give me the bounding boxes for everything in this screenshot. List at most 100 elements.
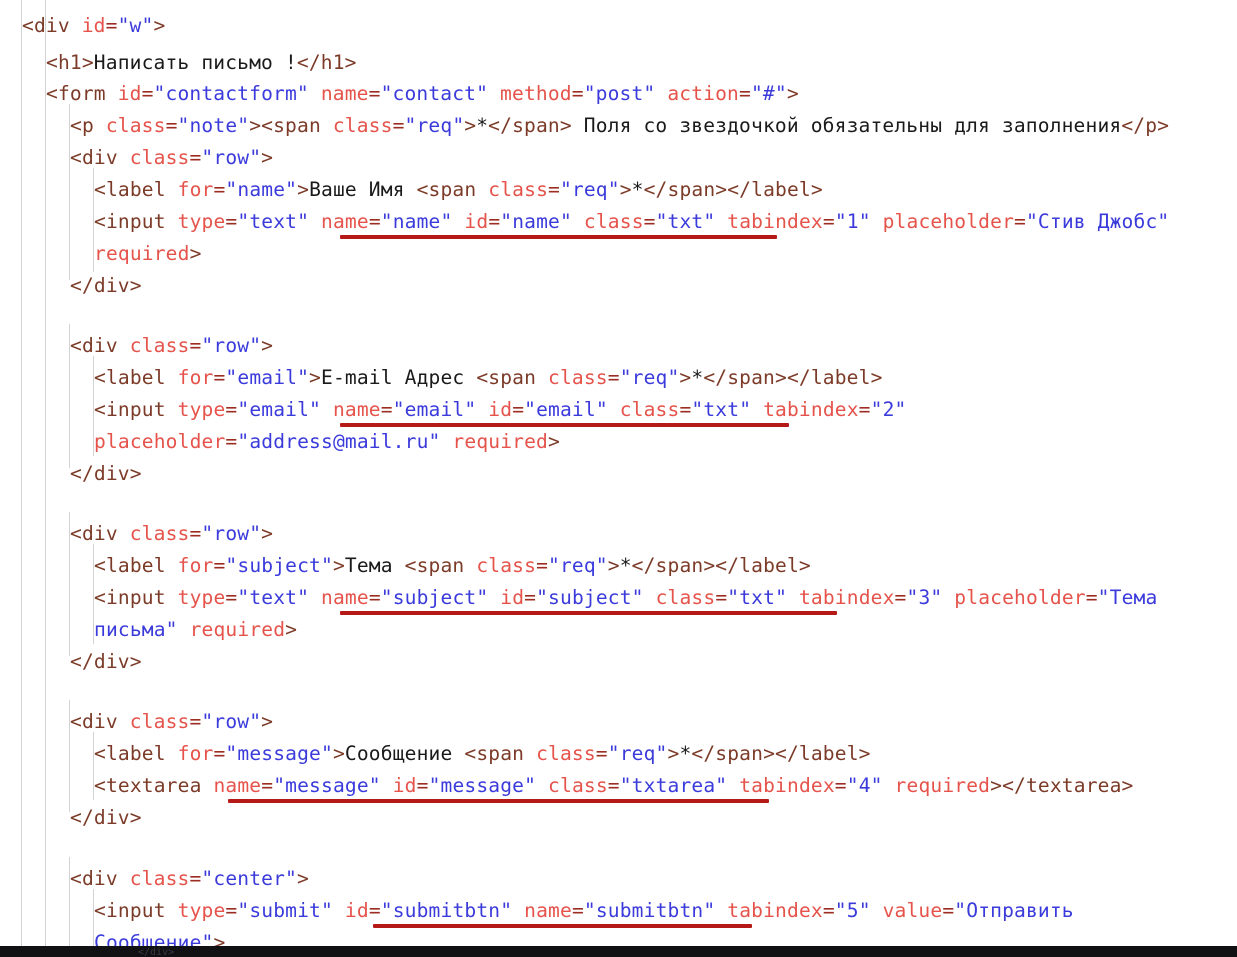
code-line-20: <div class="row"> [0, 706, 273, 737]
token-val: "req" [548, 554, 608, 577]
token-tag: </span> [488, 114, 572, 137]
code-line-9: </div> [0, 270, 142, 301]
bottom-strip-ghost-text: </div> [138, 947, 175, 957]
token-eq: = [225, 398, 238, 421]
token-tag: > [332, 742, 345, 765]
token-eq: = [368, 586, 381, 609]
token-tag: > [619, 178, 632, 201]
code-line-7: <input type="text" name="name" id="name"… [0, 206, 1169, 237]
token-eq: = [607, 366, 620, 389]
token-eq: = [822, 899, 835, 922]
token-tag: <div [70, 334, 130, 357]
token-val: "txt" [691, 398, 752, 421]
token-attr: required [894, 774, 991, 797]
token-eq: = [189, 710, 202, 733]
token-eq: = [368, 82, 381, 105]
token-val: "4" [846, 774, 883, 797]
token-attr: tabindex [739, 774, 835, 797]
token-eq: = [607, 774, 620, 797]
token-val: "email" [225, 366, 310, 389]
token-eq: = [679, 398, 692, 421]
token-tag: <label [94, 742, 178, 765]
token-val: "5" [834, 899, 871, 922]
token-attr: name [320, 82, 369, 105]
token-attr: for [177, 366, 214, 389]
code-line-1: <div id="w"> [0, 10, 165, 41]
token-tag: </span></label> [631, 554, 811, 577]
token-val: "Стив Джобс" [1025, 210, 1170, 233]
token-attr: tabindex [727, 899, 823, 922]
token-eq: = [858, 398, 871, 421]
code-line-24: <div class="center"> [0, 863, 309, 894]
code-line-25: <input type="submit" id="submitbtn" name… [0, 895, 1074, 926]
underline-submit-attrs [373, 924, 752, 928]
token-attr: for [177, 742, 214, 765]
token-attr: required [452, 430, 548, 453]
token-val: "text" [237, 210, 310, 233]
token-attr: id [117, 82, 142, 105]
token-tag: ><span [249, 114, 333, 137]
token-attr: placeholder [954, 586, 1086, 609]
token-txt: Написать письмо ! [93, 51, 297, 74]
token-attr: class [476, 554, 537, 577]
token-tag: </span></label> [691, 742, 871, 765]
token-attr: class [619, 398, 680, 421]
token-val: "txtarea" [619, 774, 728, 797]
token-val: "message" [225, 742, 333, 765]
token-val: "message" [428, 774, 537, 797]
token-val: "center" [201, 867, 297, 890]
token-val: "w" [117, 14, 154, 37]
token-eq: = [368, 210, 381, 233]
token-tag: > [261, 522, 274, 545]
token-attr: id [392, 774, 417, 797]
token-tag: <span [476, 366, 548, 389]
token-tag: </span></label> [703, 366, 883, 389]
token-attr: tabindex [763, 398, 859, 421]
code-line-12: <input type="email" name="email" id="ema… [0, 394, 906, 425]
token-attr: for [177, 178, 214, 201]
token-txt: Сообщение [344, 742, 465, 765]
token-eq: = [512, 398, 525, 421]
token-tag: <form [46, 82, 118, 105]
token-val: "text" [237, 586, 310, 609]
token-tag: <span [464, 742, 537, 765]
token-tag: <div [70, 710, 130, 733]
token-attr: type [177, 899, 226, 922]
token-tag: > [332, 554, 345, 577]
token-tag: </div> [70, 274, 142, 297]
token-val: "subject" [225, 554, 333, 577]
token-tag: </p> [1121, 114, 1170, 137]
token-attr: action [667, 82, 740, 105]
token-attr: class [488, 178, 549, 201]
token-tag: </div> [70, 806, 142, 829]
token-attr: name [332, 398, 381, 421]
token-eq: = [571, 82, 584, 105]
underline-email-attrs [340, 423, 789, 427]
token-attr: required [189, 618, 286, 641]
token-txt: E-mail Адрес [321, 366, 477, 389]
token-eq: = [213, 554, 226, 577]
token-attr: class [105, 114, 166, 137]
token-tag: > [285, 618, 298, 641]
token-val: "email" [524, 398, 608, 421]
token-tag: > [679, 366, 692, 389]
token-eq: = [548, 178, 560, 201]
token-attr: class [129, 867, 190, 890]
token-eq: = [595, 742, 608, 765]
token-val: "post" [583, 82, 656, 105]
token-attr: class [332, 114, 393, 137]
token-val: "submit" [237, 899, 333, 922]
